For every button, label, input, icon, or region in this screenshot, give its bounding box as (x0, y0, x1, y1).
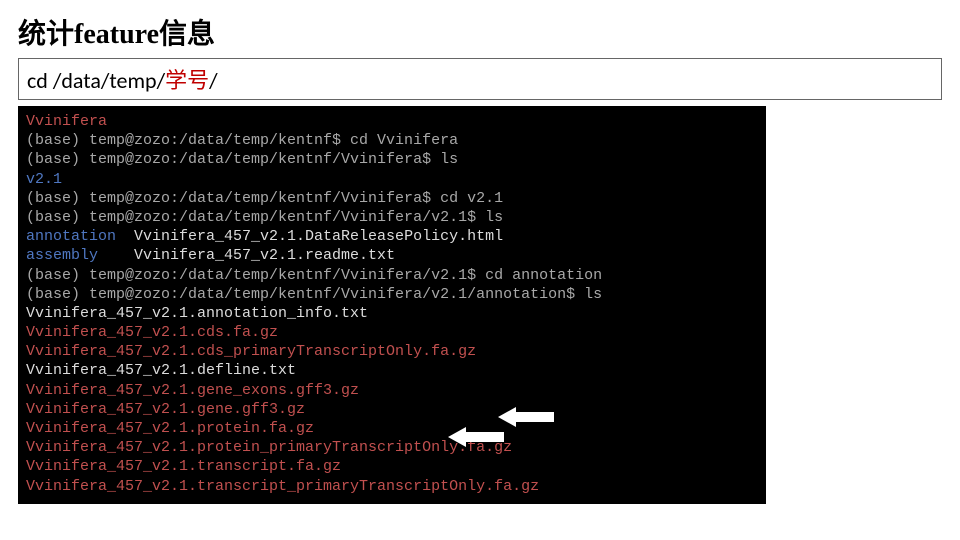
pointer-arrow-1 (498, 406, 554, 428)
terminal-line: Vvinifera_457_v2.1.cds.fa.gz (26, 323, 758, 342)
terminal-line: Vvinifera_457_v2.1.gene_exons.gff3.gz (26, 381, 758, 400)
terminal-line: annotation Vvinifera_457_v2.1.DataReleas… (26, 227, 758, 246)
terminal[interactable]: Vvinifera(base) temp@zozo:/data/temp/ken… (18, 106, 766, 504)
terminal-line: Vvinifera_457_v2.1.cds_primaryTranscript… (26, 342, 758, 361)
terminal-line: (base) temp@zozo:/data/temp/kentnf$ cd V… (26, 131, 758, 150)
terminal-line: Vvinifera (26, 112, 758, 131)
pointer-arrow-2 (448, 426, 504, 448)
terminal-line: Vvinifera_457_v2.1.gene.gff3.gz (26, 400, 758, 419)
command-highlight: 学号 (165, 67, 209, 94)
terminal-line: (base) temp@zozo:/data/temp/kentnf/Vvini… (26, 189, 758, 208)
terminal-line: Vvinifera_457_v2.1.protein.fa.gz (26, 419, 758, 438)
terminal-line: Vvinifera_457_v2.1.defline.txt (26, 361, 758, 380)
command-prefix: cd /data/temp/ (27, 67, 165, 94)
terminal-line: assembly Vvinifera_457_v2.1.readme.txt (26, 246, 758, 265)
terminal-line: Vvinifera_457_v2.1.transcript.fa.gz (26, 457, 758, 476)
terminal-line: Vvinifera_457_v2.1.protein_primaryTransc… (26, 438, 758, 457)
terminal-line: Vvinifera_457_v2.1.transcript_primaryTra… (26, 477, 758, 496)
terminal-wrap: Vvinifera(base) temp@zozo:/data/temp/ken… (18, 106, 766, 504)
terminal-line: (base) temp@zozo:/data/temp/kentnf/Vvini… (26, 285, 758, 304)
terminal-line: (base) temp@zozo:/data/temp/kentnf/Vvini… (26, 266, 758, 285)
command-suffix: / (209, 67, 218, 94)
command-box: cd /data/temp/学号/ (18, 58, 942, 100)
terminal-line: v2.1 (26, 170, 758, 189)
page-title: 统计feature信息 (18, 10, 942, 58)
terminal-line: (base) temp@zozo:/data/temp/kentnf/Vvini… (26, 150, 758, 169)
terminal-line: (base) temp@zozo:/data/temp/kentnf/Vvini… (26, 208, 758, 227)
terminal-line: Vvinifera_457_v2.1.annotation_info.txt (26, 304, 758, 323)
